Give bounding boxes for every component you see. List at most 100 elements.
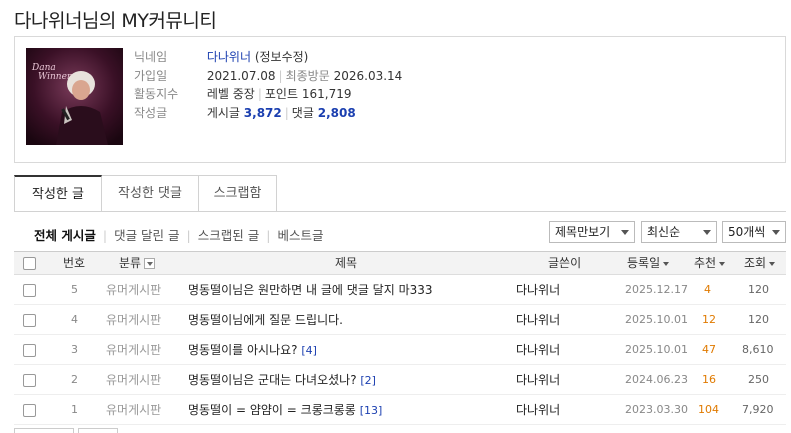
select-all-checkbox[interactable] [23, 257, 36, 270]
row-views: 7,920 [742, 403, 774, 416]
row-checkbox[interactable] [23, 374, 36, 387]
tab-my-comments[interactable]: 작성한 댓글 [102, 175, 199, 212]
row-title-cell: 명동떨이님에게 질문 드립니다. [188, 305, 343, 336]
sort-order-select[interactable]: 최신순 [641, 221, 717, 243]
header-title: 제목 [335, 256, 358, 270]
profile-info: 닉네임 다나위너 (정보수정) 가입일 2021.07.08 | 최종방문 2026… [134, 48, 402, 122]
post-count-label: 게시글 [206, 105, 240, 120]
row-checkbox[interactable] [23, 344, 36, 357]
header-views[interactable]: 조회 [744, 252, 776, 274]
row-category[interactable]: 유머게시판 [106, 305, 161, 335]
last-visit-date: 2026.03.14 [333, 68, 403, 83]
row-likes: 16 [702, 373, 716, 386]
row-date: 2023.03.30 [625, 403, 688, 416]
nickname-label: 닉네임 [134, 50, 168, 64]
row-category[interactable]: 유머게시판 [106, 275, 161, 305]
avatar: Dana Winner [26, 48, 123, 145]
level-value: 중장 [232, 87, 255, 101]
points-value: 161,719 [301, 87, 352, 101]
joined-label: 가입일 [134, 68, 168, 83]
filter-commented-posts[interactable]: 댓글 달린 글 [114, 228, 179, 243]
joined-row: 가입일 2021.07.08 | 최종방문 2026.03.14 [134, 68, 403, 83]
row-checkbox[interactable] [23, 284, 36, 297]
tab-divider [14, 211, 786, 212]
table-row: 2 유머게시판 명동떨이님은 군대는 다녀오셨나? [2] 다나위너 2024.… [14, 365, 786, 395]
row-author[interactable]: 다나위너 [516, 275, 560, 305]
profile-box: Dana Winner 닉네임 다나위너 (정보수정) 가입일 2021.07.… [14, 36, 786, 163]
row-title-cell: 명동떨이를 아시나요? [4] [188, 335, 317, 366]
row-date: 2025.12.17 [625, 283, 688, 296]
row-title-link[interactable]: 명동떨이님에게 질문 드립니다. [188, 313, 343, 327]
row-num: 1 [71, 403, 78, 416]
table-row: 5 유머게시판 명동떨이님은 원만하면 내 글에 댓글 달지 마333 다나위너… [14, 275, 786, 305]
filter-all-posts[interactable]: 전체 게시글 [34, 228, 96, 243]
row-comment-count[interactable]: [13] [360, 404, 383, 417]
last-visit-label: 최종방문 [285, 68, 330, 83]
joined-date: 2021.07.08 [206, 68, 276, 83]
activity-label: 활동지수 [134, 87, 179, 101]
table-row: 4 유머게시판 명동떨이님에게 질문 드립니다. 다나위너 2025.10.01… [14, 305, 786, 335]
row-likes: 4 [704, 283, 711, 296]
posts-label: 작성글 [134, 105, 168, 120]
row-title-link[interactable]: 명동떨이 = 얌얌이 = 크롱크롱롱 [188, 403, 356, 417]
row-title-link[interactable]: 명동떨이를 아시나요? [188, 343, 298, 357]
header-category[interactable]: 분류 [119, 252, 156, 274]
row-title-link[interactable]: 명동떨이님은 군대는 다녀오셨나? [188, 373, 357, 387]
filter-best-posts[interactable]: 베스트글 [277, 228, 323, 243]
row-likes: 12 [702, 313, 716, 326]
row-title-link[interactable]: 명동떨이님은 원만하면 내 글에 댓글 달지 마333 [188, 283, 433, 297]
row-date: 2024.06.23 [625, 373, 688, 386]
posts-row: 작성글 게시글 3,872 | 댓글 2,808 [134, 105, 356, 120]
header-likes[interactable]: 추천 [694, 252, 726, 274]
nickname-link[interactable]: 다나위너 [207, 50, 251, 64]
row-author[interactable]: 다나위너 [516, 365, 560, 395]
level-label: 레벨 [206, 87, 229, 101]
row-views: 8,610 [742, 343, 774, 356]
row-num: 5 [71, 283, 78, 296]
filter-scrapped-posts[interactable]: 스크랩된 글 [198, 228, 259, 243]
row-views: 250 [748, 373, 769, 386]
edit-profile-link[interactable]: (정보수정) [255, 50, 309, 64]
row-views: 120 [748, 313, 769, 326]
category-filter-icon[interactable] [144, 258, 156, 269]
row-num: 4 [71, 313, 78, 326]
row-num: 2 [71, 373, 78, 386]
chevron-down-icon [621, 230, 629, 235]
header-date[interactable]: 등록일 [627, 252, 670, 274]
page-size-value: 50개씩 [728, 225, 766, 239]
sort-down-icon [719, 261, 726, 266]
page-size-select[interactable]: 50개씩 [722, 221, 786, 243]
row-author[interactable]: 다나위너 [516, 335, 560, 365]
row-comment-count[interactable]: [2] [360, 374, 376, 387]
points-label: 포인트 [264, 87, 299, 101]
row-title-cell: 명동떨이 = 얌얌이 = 크롱크롱롱 [13] [188, 395, 382, 426]
row-category[interactable]: 유머게시판 [106, 395, 161, 425]
row-date: 2025.10.01 [625, 343, 688, 356]
tab-bar: 작성한 글 작성한 댓글 스크랩함 [14, 175, 277, 212]
tab-my-posts[interactable]: 작성한 글 [14, 175, 102, 212]
row-title-cell: 명동떨이님은 원만하면 내 글에 댓글 달지 마333 [188, 275, 433, 306]
row-author[interactable]: 다나위너 [516, 305, 560, 335]
bottom-action-button[interactable] [78, 428, 118, 433]
row-num: 3 [71, 343, 78, 356]
view-mode-value: 제목만보기 [555, 225, 611, 239]
page-title: 다나위너님의 MY커뮤니티 [14, 10, 217, 32]
row-checkbox[interactable] [23, 314, 36, 327]
bottom-action-button[interactable] [14, 428, 74, 433]
row-views: 120 [748, 283, 769, 296]
table-row: 1 유머게시판 명동떨이 = 얌얌이 = 크롱크롱롱 [13] 다나위너 202… [14, 395, 786, 425]
post-count: 3,872 [243, 105, 282, 120]
row-category[interactable]: 유머게시판 [106, 335, 161, 365]
view-mode-select[interactable]: 제목만보기 [549, 221, 635, 243]
row-comment-count[interactable]: [4] [301, 344, 317, 357]
row-title-cell: 명동떨이님은 군대는 다녀오셨나? [2] [188, 365, 376, 396]
tab-scraps[interactable]: 스크랩함 [199, 175, 277, 212]
chevron-down-icon [703, 230, 711, 235]
row-author[interactable]: 다나위너 [516, 395, 560, 425]
row-checkbox[interactable] [23, 404, 36, 417]
post-filters: 전체 게시글 | 댓글 달린 글 | 스크랩된 글 | 베스트글 [34, 228, 324, 243]
row-likes: 104 [698, 403, 719, 416]
row-category[interactable]: 유머게시판 [106, 365, 161, 395]
activity-row: 활동지수 레벨 중장 | 포인트 161,719 [134, 87, 352, 101]
sort-down-icon [769, 261, 776, 266]
